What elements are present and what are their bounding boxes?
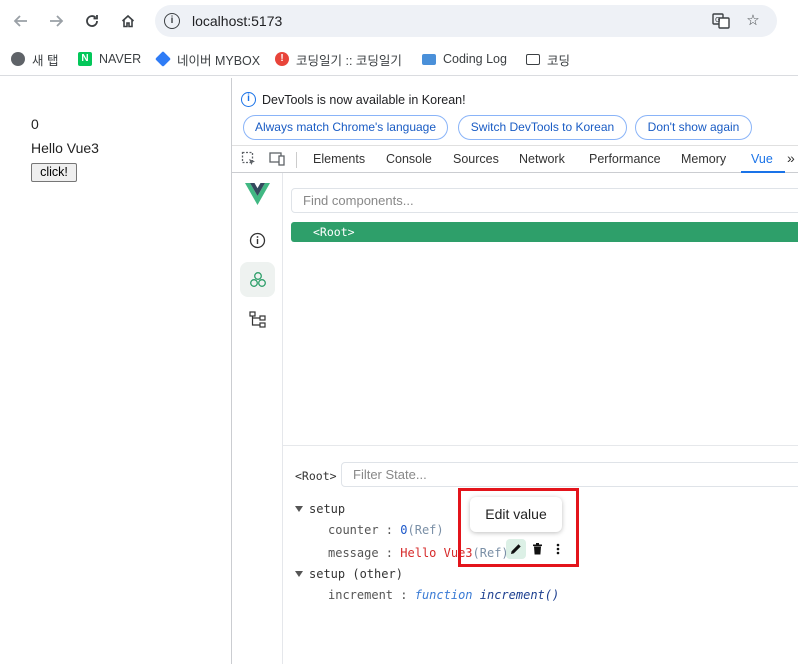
vue-logo-icon bbox=[245, 183, 270, 208]
reload-icon bbox=[86, 15, 98, 27]
monitor-icon bbox=[422, 53, 436, 65]
components-icon bbox=[249, 271, 266, 287]
bookmark-label: Coding Log bbox=[443, 52, 507, 66]
state-root-label: <Root> bbox=[295, 469, 337, 483]
switch-korean-button[interactable]: Switch DevTools to Korean bbox=[458, 115, 627, 140]
devtools-tabbar: Elements Console Sources Network Perform… bbox=[232, 145, 798, 173]
root-component-row[interactable]: <Root> bbox=[291, 222, 798, 242]
component-tree-button[interactable] bbox=[240, 302, 275, 337]
bookmark-label: 코딩 bbox=[547, 53, 571, 68]
home-icon bbox=[121, 14, 135, 28]
home-button[interactable] bbox=[116, 9, 140, 33]
filter-state-input[interactable]: Filter State... bbox=[341, 462, 798, 487]
bookmark-folder[interactable]: 코딩 bbox=[526, 50, 570, 68]
tab-network[interactable]: Network bbox=[519, 152, 565, 166]
site-info-icon[interactable]: i bbox=[164, 13, 180, 29]
panel-divider bbox=[283, 445, 798, 446]
bookmark-label: 코딩일기 :: 코딩일기 bbox=[296, 53, 402, 68]
components-button[interactable] bbox=[240, 262, 275, 297]
bookmark-item[interactable]: Coding Log bbox=[422, 50, 507, 68]
translate-icon[interactable]: G bbox=[712, 13, 730, 29]
bookmark-label: 새 탭 bbox=[32, 53, 59, 68]
page-content: 0 Hello Vue3 click! bbox=[0, 78, 231, 664]
dont-show-button[interactable]: Don't show again bbox=[635, 115, 752, 140]
bookmark-item[interactable]: 새 탭 bbox=[11, 50, 58, 68]
annotation-highlight-box bbox=[458, 488, 579, 567]
vue-inspector: Find components... <Root> <Root> Filter … bbox=[283, 173, 798, 664]
url-text: localhost:5173 bbox=[192, 13, 283, 29]
more-tabs-icon[interactable]: » bbox=[787, 150, 795, 166]
toolbar-divider bbox=[296, 152, 297, 168]
bookmark-label: 네이버 MYBOX bbox=[177, 53, 261, 68]
tab-performance[interactable]: Performance bbox=[589, 152, 661, 166]
back-button[interactable] bbox=[9, 9, 33, 33]
tab-sources[interactable]: Sources bbox=[453, 152, 499, 166]
language-infobar: i DevTools is now available in Korean! A… bbox=[232, 78, 798, 144]
bookmark-item[interactable]: N NAVER bbox=[78, 50, 141, 68]
svg-text:G: G bbox=[715, 16, 720, 24]
message-text: Hello Vue3 bbox=[31, 140, 99, 156]
blog-icon: ! bbox=[275, 52, 289, 66]
inspect-element-icon[interactable] bbox=[240, 151, 258, 169]
tab-console[interactable]: Console bbox=[386, 152, 432, 166]
vue-sidebar bbox=[232, 173, 283, 664]
bookmark-star-icon[interactable]: ☆ bbox=[744, 13, 762, 29]
forward-arrow-icon bbox=[50, 15, 64, 27]
tree-icon bbox=[248, 310, 266, 328]
forward-button[interactable] bbox=[44, 9, 68, 33]
browser-toolbar: i localhost:5173 G ☆ bbox=[0, 0, 798, 42]
tab-memory[interactable]: Memory bbox=[681, 152, 726, 166]
state-row-increment[interactable]: increment : function increment() bbox=[328, 586, 559, 604]
folder-icon bbox=[526, 53, 540, 65]
setup-section-header[interactable]: setup bbox=[295, 500, 345, 518]
naver-icon: N bbox=[78, 52, 92, 66]
tab-elements[interactable]: Elements bbox=[313, 152, 365, 166]
reload-button[interactable] bbox=[80, 9, 104, 33]
address-bar[interactable]: i localhost:5173 G ☆ bbox=[155, 5, 777, 37]
bookmark-item[interactable]: ! 코딩일기 :: 코딩일기 bbox=[275, 50, 402, 68]
bookmarks-bar: 새 탭 N NAVER 네이버 MYBOX ! 코딩일기 :: 코딩일기 Cod… bbox=[0, 42, 798, 76]
bookmark-label: NAVER bbox=[99, 52, 142, 66]
tab-vue[interactable]: Vue bbox=[751, 152, 773, 166]
app-info-button[interactable] bbox=[240, 223, 275, 258]
globe-icon bbox=[11, 52, 25, 66]
setup-other-section-header[interactable]: setup (other) bbox=[295, 565, 403, 583]
counter-text: 0 bbox=[31, 116, 39, 132]
click-button[interactable]: click! bbox=[31, 163, 77, 182]
info-icon: i bbox=[241, 92, 256, 107]
expand-triangle-icon bbox=[295, 506, 303, 512]
devtools-panel: i DevTools is now available in Korean! A… bbox=[231, 78, 798, 664]
find-components-input[interactable]: Find components... bbox=[291, 188, 798, 213]
info-circle-icon bbox=[249, 232, 266, 249]
back-arrow-icon bbox=[13, 15, 27, 27]
device-toolbar-icon[interactable] bbox=[268, 151, 286, 169]
state-row-counter[interactable]: counter : 0(Ref) bbox=[328, 521, 444, 539]
match-language-button[interactable]: Always match Chrome's language bbox=[243, 115, 448, 140]
mybox-icon bbox=[155, 51, 171, 67]
infobar-text: DevTools is now available in Korean! bbox=[262, 93, 466, 107]
expand-triangle-icon bbox=[295, 571, 303, 577]
bookmark-item[interactable]: 네이버 MYBOX bbox=[155, 50, 261, 68]
